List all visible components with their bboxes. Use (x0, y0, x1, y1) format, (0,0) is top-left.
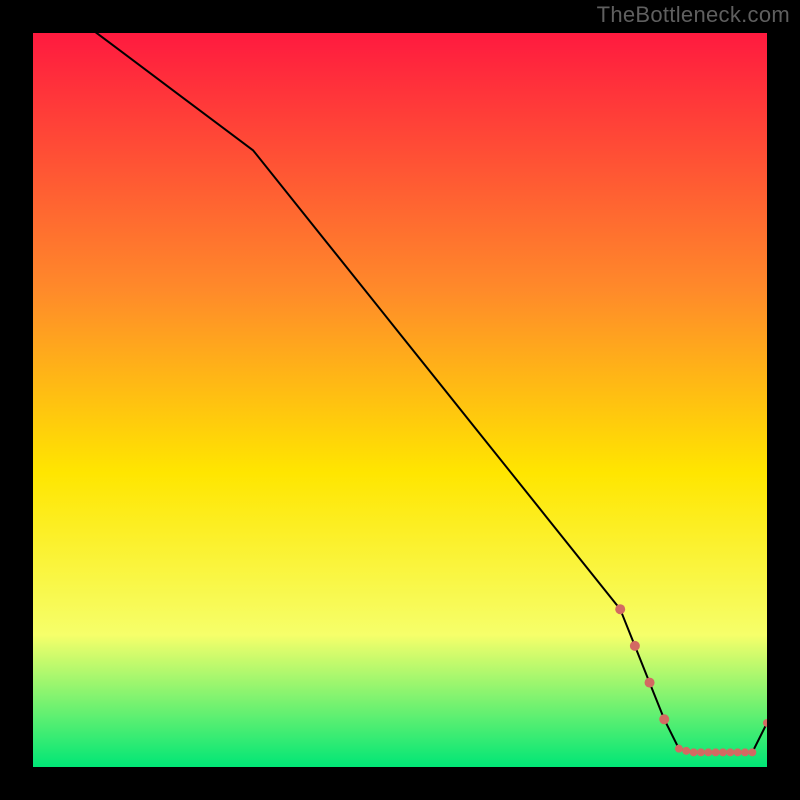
watermark-text: TheBottleneck.com (597, 2, 790, 28)
plot-area (33, 33, 767, 767)
gradient-background (33, 33, 767, 767)
marker-point (726, 748, 734, 756)
marker-point (741, 748, 749, 756)
marker-point (690, 748, 698, 756)
marker-point (734, 748, 742, 756)
marker-point (645, 678, 655, 688)
marker-point (659, 714, 669, 724)
chart-stage: TheBottleneck.com (0, 0, 800, 800)
marker-point (704, 748, 712, 756)
plot-svg (33, 33, 767, 767)
marker-point (712, 748, 720, 756)
marker-point (719, 748, 727, 756)
marker-point (615, 604, 625, 614)
marker-point (748, 748, 756, 756)
marker-point (675, 745, 683, 753)
marker-point (682, 747, 690, 755)
marker-point (630, 641, 640, 651)
marker-point (697, 748, 705, 756)
